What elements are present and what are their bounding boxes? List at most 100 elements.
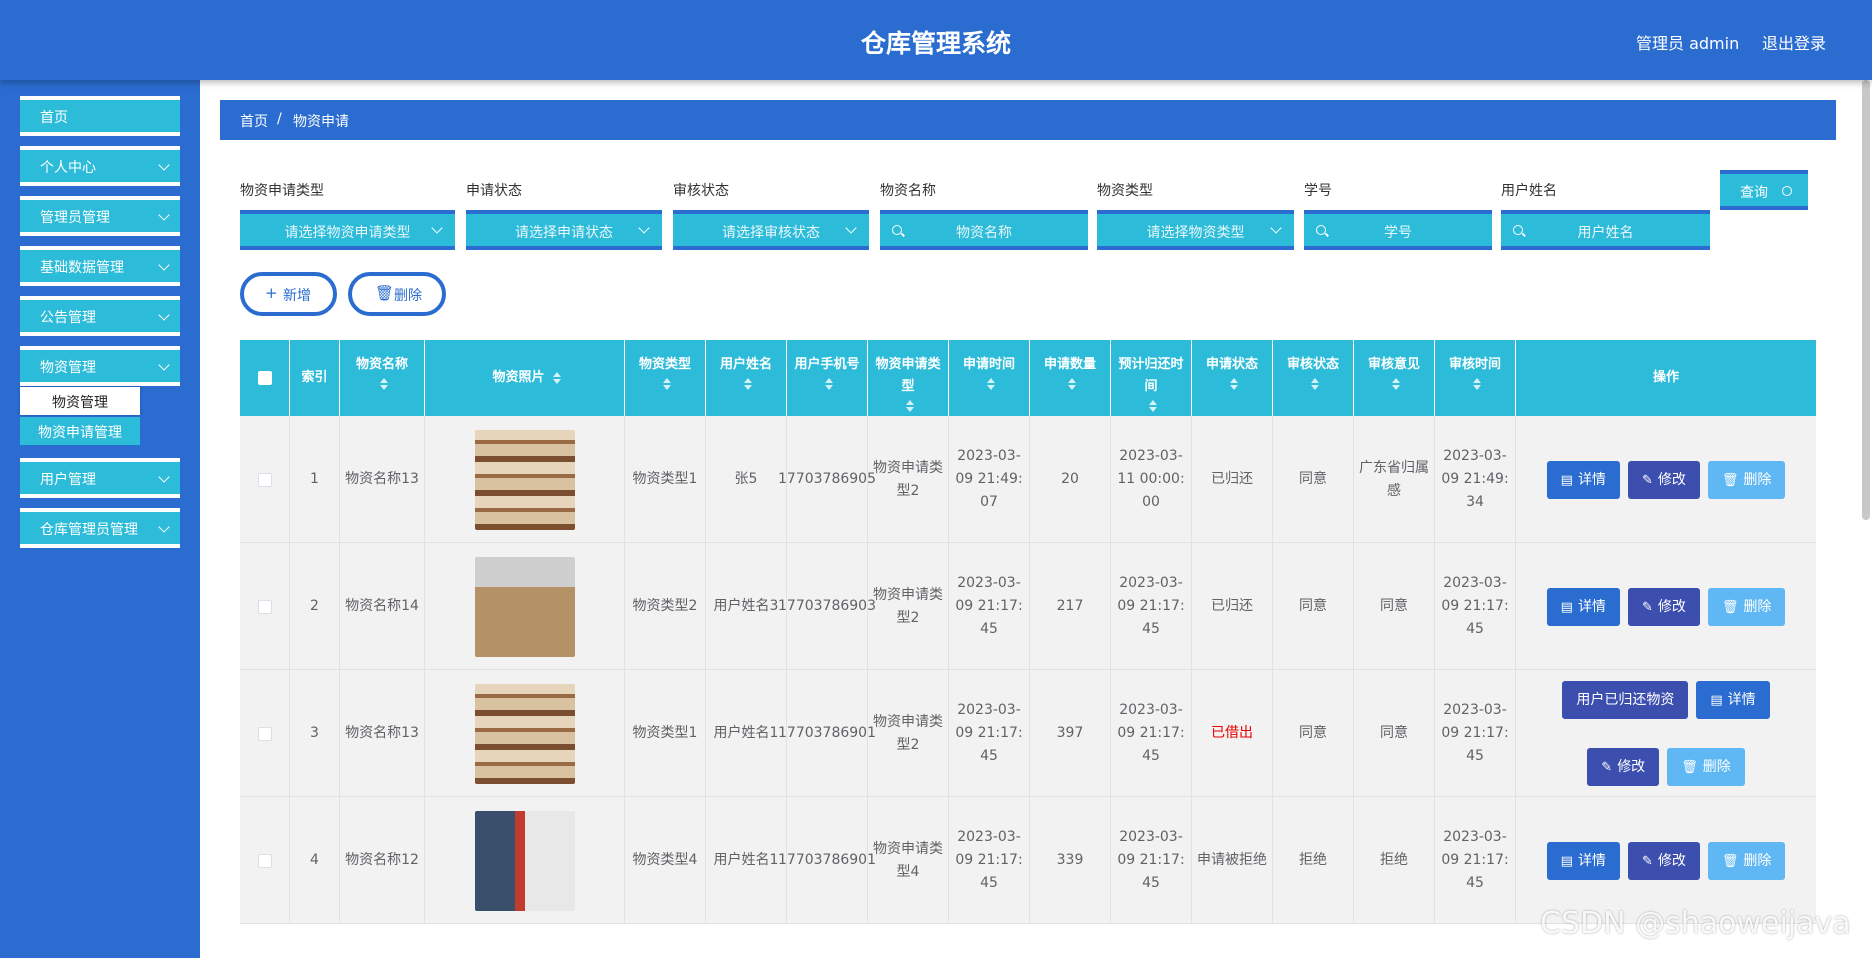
header-audit-status[interactable]: 审核状态: [1273, 340, 1354, 416]
row-checkbox[interactable]: [257, 853, 272, 868]
delete-label: 删除: [1743, 852, 1772, 869]
query-button[interactable]: 查询: [1720, 170, 1808, 210]
sidebar-item-admins[interactable]: 管理员管理: [20, 196, 180, 236]
detail-button[interactable]: ▤ 详情: [1546, 587, 1620, 626]
page-scrollbar[interactable]: [1862, 80, 1870, 520]
sort-icon[interactable]: [1149, 399, 1157, 412]
header-qty[interactable]: 申请数量: [1030, 340, 1111, 416]
edit-button[interactable]: ✎ 修改: [1587, 748, 1660, 787]
sort-icon[interactable]: [744, 377, 752, 390]
sort-icon[interactable]: [825, 377, 833, 390]
header-photo[interactable]: 物资照片: [425, 340, 625, 416]
header-apply-time[interactable]: 申请时间: [949, 340, 1030, 416]
sort-icon[interactable]: [663, 377, 671, 390]
material-name-input[interactable]: 物资名称: [880, 210, 1088, 250]
delete-label: 删除: [1743, 471, 1772, 488]
material-type-select[interactable]: 请选择物资类型: [1097, 210, 1294, 250]
apply-status-select[interactable]: 请选择申请状态: [466, 210, 662, 250]
cell-index: 4: [290, 797, 340, 924]
delete-button[interactable]: 🗑 删除: [1707, 587, 1786, 626]
cell-actions: ▤ 详情 ✎ 修改 🗑 删除: [1516, 543, 1816, 670]
sidebar-item-basic-data[interactable]: 基础数据管理: [20, 246, 180, 286]
header-apply-status[interactable]: 申请状态: [1192, 340, 1273, 416]
breadcrumb-home[interactable]: 首页: [240, 111, 268, 131]
cell-apply-time: 2023-03-09 21:17:45: [949, 797, 1030, 924]
header-name[interactable]: 物资名称: [340, 340, 425, 416]
mark-returned-button[interactable]: 用户已归还物资: [1562, 680, 1689, 719]
filter-label-user-name: 用户姓名: [1501, 183, 1557, 199]
sort-icon[interactable]: [380, 377, 388, 390]
select-placeholder: 请选择申请状态: [515, 225, 613, 241]
submenu-item-materials[interactable]: 物资管理: [20, 387, 140, 415]
sort-icon[interactable]: [1311, 377, 1319, 390]
delete-button[interactable]: 🗑 删除: [1707, 460, 1786, 499]
header-label: 物资名称: [355, 357, 408, 372]
sidebar-item-home[interactable]: 首页: [20, 96, 180, 136]
row-select[interactable]: [240, 670, 290, 797]
header-user[interactable]: 用户姓名: [706, 340, 787, 416]
header-phone[interactable]: 用户手机号: [787, 340, 868, 416]
sidebar-item-warehouse-admins[interactable]: 仓库管理员管理: [20, 508, 180, 548]
audit-status-select[interactable]: 请选择审核状态: [673, 210, 869, 250]
cell-return-time: 2023-03-09 21:17:45: [1111, 670, 1192, 797]
detail-button[interactable]: ▤ 详情: [1696, 680, 1770, 719]
header-return-time[interactable]: 预计归还时间: [1111, 340, 1192, 416]
submenu-label: 物资管理: [52, 395, 108, 411]
header-type[interactable]: 物资类型: [625, 340, 706, 416]
sort-icon[interactable]: [987, 377, 995, 390]
user-name-input[interactable]: 用户姓名: [1501, 210, 1710, 250]
header-label: 用户手机号: [794, 357, 860, 372]
cell-phone: 17703786901: [778, 670, 876, 797]
batch-delete-button[interactable]: 🗑 删除: [348, 272, 446, 316]
edit-button[interactable]: ✎ 修改: [1627, 587, 1700, 626]
edit-button[interactable]: ✎ 修改: [1627, 841, 1700, 880]
cell-qty: 397: [1030, 670, 1111, 797]
sort-icon[interactable]: [1068, 377, 1076, 390]
delete-button[interactable]: 🗑 删除: [1707, 841, 1786, 880]
apply-type-select[interactable]: 请选择物资申请类型: [240, 210, 455, 250]
edit-button[interactable]: ✎ 修改: [1627, 460, 1700, 499]
cell-apply-status: 已归还: [1192, 416, 1273, 543]
logout-link[interactable]: 退出登录: [1762, 30, 1826, 54]
sort-icon[interactable]: [906, 399, 914, 412]
row-select[interactable]: [240, 416, 290, 543]
material-photo[interactable]: [474, 429, 575, 530]
add-button[interactable]: + 新增: [240, 272, 337, 316]
sidebar-item-users[interactable]: 用户管理: [20, 458, 180, 498]
sort-icon[interactable]: [552, 371, 561, 384]
delete-label: 删除: [394, 288, 422, 304]
row-select[interactable]: [240, 543, 290, 670]
sidebar-item-label: 首页: [40, 110, 68, 126]
sort-icon[interactable]: [1473, 377, 1481, 390]
cell-apply-status: 申请被拒绝: [1192, 797, 1273, 924]
submenu-item-material-requests[interactable]: 物资申请管理: [20, 417, 140, 445]
header-audit-opinion[interactable]: 审核意见: [1354, 340, 1435, 416]
header-audit-time[interactable]: 审核时间: [1435, 340, 1516, 416]
material-photo[interactable]: [474, 556, 575, 657]
sidebar-item-notices[interactable]: 公告管理: [20, 296, 180, 336]
detail-button[interactable]: ▤ 详情: [1546, 460, 1620, 499]
detail-button[interactable]: ▤ 详情: [1546, 841, 1620, 880]
cell-audit-opinion: 同意: [1354, 670, 1435, 797]
row-checkbox[interactable]: [257, 472, 272, 487]
material-photo[interactable]: [474, 683, 575, 784]
row-checkbox[interactable]: [257, 726, 272, 741]
row-checkbox[interactable]: [257, 599, 272, 614]
sidebar-item-profile[interactable]: 个人中心: [20, 146, 180, 186]
admin-label: 管理员 admin: [1636, 34, 1740, 53]
header-select-all[interactable]: [240, 340, 290, 416]
material-photo[interactable]: [474, 810, 575, 911]
sort-icon[interactable]: [1392, 377, 1400, 390]
delete-button[interactable]: 🗑 删除: [1667, 748, 1745, 787]
student-id-input[interactable]: 学号: [1304, 210, 1492, 250]
header-apply-type[interactable]: 物资申请类型: [868, 340, 949, 416]
cell-audit-status: 同意: [1273, 416, 1354, 543]
select-all-checkbox[interactable]: [257, 371, 272, 385]
delete-label: 删除: [1743, 598, 1772, 615]
row-select[interactable]: [240, 797, 290, 924]
cell-audit-status: 同意: [1273, 543, 1354, 670]
submenu-label: 物资申请管理: [38, 425, 122, 441]
cell-name: 物资名称13: [340, 670, 425, 797]
sidebar-item-materials[interactable]: 物资管理: [20, 346, 180, 386]
sort-icon[interactable]: [1230, 377, 1238, 390]
